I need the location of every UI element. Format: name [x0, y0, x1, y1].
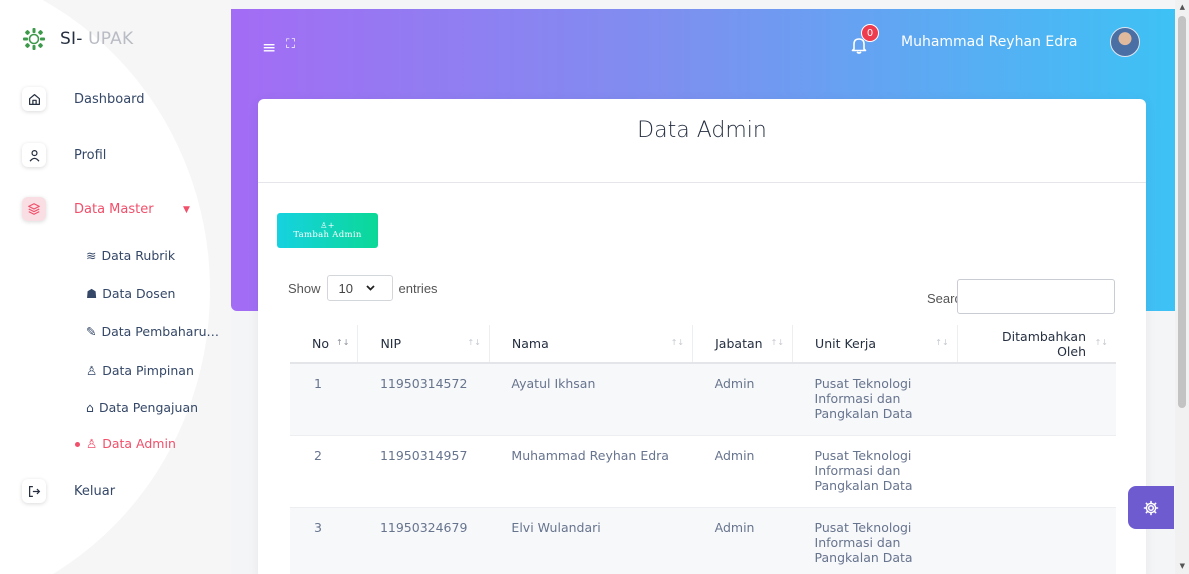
table-row[interactable]: 2 11950314957 Muhammad Reyhan Edra Admin…: [290, 434, 1116, 507]
layers-icon: [22, 197, 46, 221]
show-label: Show: [288, 280, 321, 296]
sidebar-item-label: Keluar: [74, 483, 116, 499]
sidebar-item-label: Dashboard: [74, 91, 145, 107]
sidebar-subitem-label: Data Pimpinan: [102, 363, 194, 378]
sort-icon: ↑↓: [770, 338, 785, 347]
cell-nama: Muhammad Reyhan Edra: [489, 434, 693, 507]
cell-nip: 11950314572: [357, 362, 490, 435]
users-icon: ♙: [86, 363, 98, 378]
active-indicator: [75, 442, 80, 447]
sidebar-subitem-label: Data Admin: [102, 436, 176, 451]
entries-control: Show 10 entries: [288, 275, 438, 301]
sidebar-subitem-data-pengajuan[interactable]: ⌂ Data Pengajuan: [86, 400, 198, 415]
sidebar-item-keluar[interactable]: Keluar: [22, 479, 115, 503]
sidebar-subitem-data-admin[interactable]: ♙ Data Admin: [86, 436, 176, 451]
scroll-down-icon[interactable]: ▼: [1180, 562, 1185, 570]
sort-icon: ↑↓: [336, 338, 350, 347]
column-header-nip[interactable]: NIP ↑↓: [357, 325, 490, 364]
entries-select-value: 10: [338, 280, 353, 296]
sidebar-item-profil[interactable]: Profil: [22, 143, 106, 167]
column-header-unit-kerja[interactable]: Unit Kerja ↑↓: [792, 325, 958, 364]
entries-label: entries: [398, 280, 438, 296]
page-title: Data Admin: [637, 118, 767, 143]
add-user-icon: ♙+: [320, 221, 335, 230]
sidebar-subitem-data-pimpinan[interactable]: ♙ Data Pimpinan: [86, 363, 194, 378]
cell-jabatan: Admin: [692, 506, 793, 574]
cell-unit-kerja: Pusat Teknologi Informasi dan Pangkalan …: [792, 506, 958, 574]
sort-icon: ↑↓: [935, 338, 949, 347]
cell-jabatan: Admin: [692, 362, 793, 435]
sidebar-item-label: Profil: [74, 147, 107, 163]
user-name[interactable]: Muhammad Reyhan Edra: [901, 34, 1077, 50]
chevron-down-icon[interactable]: ▼: [183, 205, 190, 215]
column-header-nama[interactable]: Nama ↑↓: [489, 325, 694, 364]
cell-no: 3: [290, 506, 358, 574]
cell-jabatan: Admin: [692, 434, 793, 507]
graduation-icon: ☗: [86, 286, 98, 301]
divider: [258, 182, 1146, 183]
table-header-row: No ↑↓ NIP ↑↓ Nama ↑↓ Jabatan ↑↓ Unit Kerja ↑↓…: [290, 325, 1116, 364]
brand[interactable]: SI- UPAK: [22, 27, 133, 51]
cell-unit-kerja: Pusat Teknologi Informasi dan Pangkalan …: [792, 434, 958, 507]
add-admin-button[interactable]: ♙+ Tambah Admin: [277, 213, 378, 248]
cell-unit-kerja: Pusat Teknologi Informasi dan Pangkalan …: [792, 362, 958, 435]
user-icon: [22, 143, 46, 167]
layers-icon: ≋: [86, 248, 97, 263]
table-row[interactable]: 1 11950314572 Ayatul Ikhsan Admin Pusat …: [290, 362, 1116, 435]
avatar[interactable]: [1110, 27, 1140, 57]
search-input[interactable]: [957, 279, 1115, 314]
logout-icon: [22, 479, 46, 503]
logo-icon: [23, 28, 45, 50]
sort-icon: ↑↓: [670, 338, 685, 347]
gear-icon: [1143, 500, 1159, 515]
page-scrollbar[interactable]: ▲ ▼: [1175, 0, 1189, 574]
cell-nip: 11950314957: [357, 434, 490, 507]
column-header-ditambahkan-oleh[interactable]: Ditambahkan Oleh ↑↓: [957, 325, 1116, 364]
home-icon: [22, 87, 46, 111]
sidebar-item-data-master[interactable]: Data Master: [22, 197, 154, 221]
sidebar-subitem-data-rubrik[interactable]: ≋ Data Rubrik: [86, 248, 175, 263]
settings-button[interactable]: [1128, 486, 1174, 529]
cell-nip: 11950324679: [357, 506, 490, 574]
sidebar-subitem-data-pembaharuan[interactable]: ✎ Data Pembaharu…: [86, 324, 219, 339]
sidebar-subitem-label: Data Pengajuan: [98, 400, 199, 415]
entries-select[interactable]: 10: [326, 275, 393, 301]
sidebar: SI- UPAK Dashboard Profil Data Master ▼ …: [0, 0, 231, 574]
brand-name: SI- UPAK: [60, 29, 134, 49]
cell-ditambahkan-oleh: [957, 362, 1116, 435]
sidebar-subitem-data-dosen[interactable]: ☗ Data Dosen: [86, 286, 175, 301]
add-admin-button-label: Tambah Admin: [293, 230, 362, 240]
inbox-icon: ⌂: [86, 400, 94, 415]
cell-ditambahkan-oleh: [957, 434, 1116, 507]
sidebar-item-label: Data Master: [74, 201, 154, 217]
menu-icon[interactable]: ≡: [262, 38, 276, 58]
sidebar-subitem-label: Data Pembaharu…: [101, 324, 220, 339]
scroll-up-icon[interactable]: ▲: [1180, 3, 1185, 11]
admin-table: No ↑↓ NIP ↑↓ Nama ↑↓ Jabatan ↑↓ Unit Kerja ↑↓…: [290, 325, 1116, 574]
data-admin-card: Data Admin ♙+ Tambah Admin Show 10 entri…: [258, 99, 1146, 574]
column-header-no[interactable]: No ↑↓: [290, 325, 359, 364]
edit-icon: ✎: [86, 324, 97, 339]
sidebar-item-dashboard[interactable]: Dashboard: [22, 87, 145, 111]
cell-no: 1: [290, 362, 358, 435]
sidebar-subitem-label: Data Rubrik: [101, 248, 176, 263]
cell-no: 2: [290, 434, 358, 507]
notification-badge: 0: [861, 24, 879, 42]
column-header-jabatan[interactable]: Jabatan ↑↓: [692, 325, 794, 364]
add-user-icon: ♙: [86, 436, 98, 451]
sort-icon: ↑↓: [467, 338, 481, 347]
cell-nama: Ayatul Ikhsan: [489, 362, 693, 435]
chevron-down-icon: [366, 285, 375, 291]
cell-ditambahkan-oleh: [957, 506, 1116, 574]
sidebar-subitem-label: Data Dosen: [102, 286, 176, 301]
fullscreen-icon[interactable]: ⛶: [286, 37, 295, 52]
table-row[interactable]: 3 11950324679 Elvi Wulandari Admin Pusat…: [290, 506, 1116, 574]
cell-nama: Elvi Wulandari: [489, 506, 693, 574]
sort-icon: ↑↓: [1094, 338, 1108, 347]
scroll-thumb[interactable]: [1178, 16, 1186, 408]
